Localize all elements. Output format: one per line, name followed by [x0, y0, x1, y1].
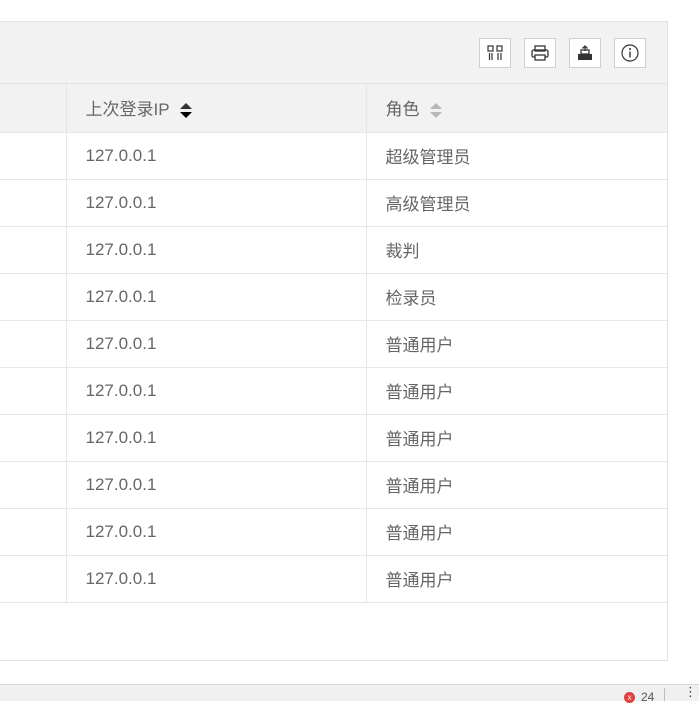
table-row[interactable]: 127.0.0.1 普通用户: [0, 414, 667, 462]
table-row[interactable]: 127.0.0.1 普通用户: [0, 320, 667, 368]
sort-icon[interactable]: [429, 102, 442, 120]
cell-role: 检录员: [366, 273, 667, 321]
export-icon: [578, 45, 592, 60]
table-row[interactable]: 127.0.0.1 普通用户: [0, 367, 667, 415]
cell-last-login-ip: 127.0.0.1: [66, 508, 367, 556]
cell-last-login-ip: 127.0.0.1: [66, 179, 367, 227]
cell-hidden: [0, 508, 67, 556]
print-icon: [531, 45, 549, 61]
cell-last-login-ip: 127.0.0.1: [66, 367, 367, 415]
cell-hidden: [0, 367, 67, 415]
column-header-label: 角色: [385, 100, 420, 120]
data-table-panel: 上次登录IP 角色 127.0.0.1 超级管理员 127.0.0.1 高级管理员 12…: [0, 21, 668, 661]
cell-hidden: [0, 461, 67, 509]
cell-last-login-ip: 127.0.0.1: [66, 226, 367, 274]
column-header-label: 上次登录IP: [85, 100, 170, 120]
cell-role: 普通用户: [366, 320, 667, 368]
table-toolbar: [0, 22, 667, 84]
cell-last-login-ip: 127.0.0.1: [66, 320, 367, 368]
columns-icon: [487, 45, 503, 60]
cell-role: 普通用户: [366, 414, 667, 462]
column-header-hidden: [0, 84, 67, 133]
cell-last-login-ip: 127.0.0.1: [66, 555, 367, 603]
cell-role: 高级管理员: [366, 179, 667, 227]
cell-role: 超级管理员: [366, 132, 667, 180]
error-count[interactable]: 24: [641, 690, 654, 704]
cell-hidden: [0, 320, 67, 368]
info-button[interactable]: [614, 38, 646, 68]
more-menu-icon[interactable]: ⋮: [684, 685, 697, 698]
cell-hidden: [0, 273, 67, 321]
cell-role: 普通用户: [366, 508, 667, 556]
devtools-status-bar: x 24 ⋮: [0, 684, 699, 704]
cell-role: 普通用户: [366, 555, 667, 603]
table-row[interactable]: 127.0.0.1 普通用户: [0, 508, 667, 556]
cell-role: 普通用户: [366, 367, 667, 415]
cell-hidden: [0, 132, 67, 180]
cell-hidden: [0, 179, 67, 227]
columns-filter-button[interactable]: [479, 38, 511, 68]
table-footer: [0, 612, 667, 660]
column-header-role[interactable]: 角色: [366, 84, 667, 133]
table-row[interactable]: 127.0.0.1 普通用户: [0, 555, 667, 603]
table-row[interactable]: 127.0.0.1 裁判: [0, 226, 667, 274]
table-body: 127.0.0.1 超级管理员 127.0.0.1 高级管理员 127.0.0.1 裁判 1…: [0, 132, 667, 603]
table-row[interactable]: 127.0.0.1 检录员: [0, 273, 667, 321]
cell-role: 普通用户: [366, 461, 667, 509]
table-row[interactable]: 127.0.0.1 超级管理员: [0, 132, 667, 180]
cell-hidden: [0, 414, 67, 462]
info-icon: [621, 44, 639, 62]
cell-last-login-ip: 127.0.0.1: [66, 273, 367, 321]
table-row[interactable]: 127.0.0.1 高级管理员: [0, 179, 667, 227]
export-button[interactable]: [569, 38, 601, 68]
cell-role: 裁判: [366, 226, 667, 274]
cell-last-login-ip: 127.0.0.1: [66, 461, 367, 509]
table-row[interactable]: 127.0.0.1 普通用户: [0, 461, 667, 509]
divider: [664, 688, 665, 701]
cell-hidden: [0, 555, 67, 603]
cell-last-login-ip: 127.0.0.1: [66, 132, 367, 180]
column-header-last-login-ip[interactable]: 上次登录IP: [66, 84, 367, 133]
table-header-row: 上次登录IP 角色: [0, 84, 667, 133]
sort-icon[interactable]: [179, 102, 192, 120]
print-button[interactable]: [524, 38, 556, 68]
cell-hidden: [0, 226, 67, 274]
cell-last-login-ip: 127.0.0.1: [66, 414, 367, 462]
error-icon[interactable]: x: [624, 692, 635, 703]
user-table: 上次登录IP 角色 127.0.0.1 超级管理员 127.0.0.1 高级管理员 12…: [0, 84, 667, 603]
